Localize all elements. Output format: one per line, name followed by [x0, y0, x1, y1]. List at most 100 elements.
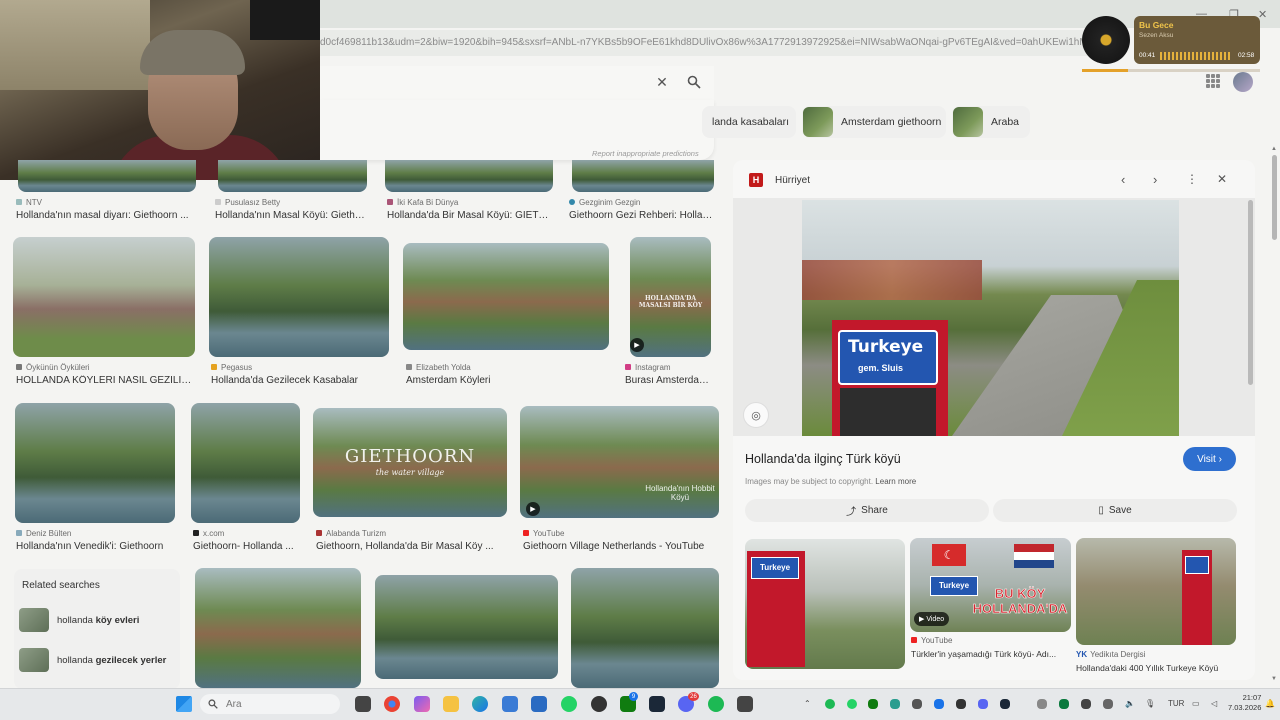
chevron-left-icon[interactable]: ‹	[1121, 172, 1125, 187]
chip-amsterdam-giethoorn[interactable]: Amsterdam giethoorn	[802, 106, 946, 138]
result-image[interactable]	[403, 243, 609, 350]
app-icon[interactable]	[737, 696, 753, 712]
steam-tray-icon[interactable]	[1000, 699, 1010, 709]
taskbar-search[interactable]: Ara	[200, 694, 340, 714]
app-tray-icon[interactable]	[1059, 699, 1069, 709]
app-tray-icon[interactable]	[1103, 699, 1113, 709]
task-view-icon[interactable]	[355, 696, 371, 712]
more-options-icon[interactable]: ⋮	[1186, 172, 1198, 186]
microphone-icon[interactable]: 🎙	[1145, 699, 1155, 708]
app-tray-icon[interactable]	[1081, 699, 1091, 709]
app-tray-icon[interactable]	[912, 699, 922, 709]
preview-image[interactable]: Turkeye gem. Sluis	[802, 200, 1179, 436]
related-caption[interactable]: Hollanda'daki 400 Yıllık Turkeye Köyü	[1076, 663, 1236, 673]
page-scrollbar[interactable]	[1272, 155, 1277, 240]
result-image[interactable]	[209, 237, 389, 357]
spotify-icon[interactable]	[708, 696, 724, 712]
taskbar-clock[interactable]: 21:07 7.03.2026	[1228, 693, 1261, 713]
panel-scrollbar[interactable]	[1248, 200, 1253, 385]
xbox-tray-icon[interactable]	[868, 699, 878, 709]
clear-search-icon[interactable]: ✕	[653, 73, 671, 91]
visit-button[interactable]: Visit ›	[1183, 447, 1236, 471]
result-caption[interactable]: Giethoorn- Hollanda ...	[193, 541, 300, 552]
result-image[interactable]: GIETHOORN the water village	[313, 408, 507, 517]
result-image[interactable]	[15, 403, 175, 523]
result-source: YouTube	[523, 529, 564, 538]
related-search-item[interactable]: hollanda köy evleri	[19, 606, 175, 634]
notification-badge: 26	[688, 692, 699, 701]
result-image[interactable]	[375, 575, 558, 679]
result-caption[interactable]: Hollanda'nın Venedik'i: Giethoorn	[16, 541, 176, 552]
favicon-icon	[523, 530, 529, 536]
discord-tray-icon[interactable]	[978, 699, 988, 709]
app-tray-icon[interactable]	[956, 699, 966, 709]
search-icon	[208, 699, 218, 709]
app-tray-icon[interactable]	[1037, 699, 1047, 709]
network-icon[interactable]: ▭	[1192, 699, 1200, 708]
scroll-down-icon[interactable]: ▼	[1271, 676, 1277, 682]
result-caption[interactable]: Hollanda'da Gezilecek Kasabalar	[211, 375, 389, 386]
scroll-up-icon[interactable]: ▲	[1271, 146, 1277, 152]
elapsed-time: 00:41	[1139, 52, 1156, 59]
chevron-up-icon[interactable]: ⌃	[804, 699, 811, 708]
store-icon[interactable]	[502, 696, 518, 712]
copilot-icon[interactable]	[414, 696, 430, 712]
search-icon[interactable]	[685, 73, 703, 91]
result-image[interactable]	[13, 237, 195, 357]
report-predictions-link[interactable]: Report inappropriate predictions	[592, 149, 699, 158]
related-image[interactable]: ☾ Turkeye BU KÖY HOLLANDA'DA ▶ Video	[910, 538, 1071, 632]
share-button[interactable]: ⤴ Share	[745, 499, 989, 522]
google-lens-icon[interactable]: ◎	[744, 403, 768, 427]
result-caption[interactable]: Giethoorn Village Netherlands - YouTube	[523, 541, 719, 552]
app-tray-icon[interactable]	[934, 699, 944, 709]
whatsapp-icon[interactable]	[561, 696, 577, 712]
speaker-tray-icon[interactable]: 🔈	[1125, 699, 1135, 708]
thumbnail-overlay-text: BU KÖY HOLLANDA'DA	[972, 586, 1068, 617]
result-caption[interactable]: Hollanda'da Bir Masal Köyü: GIETH...	[387, 210, 553, 221]
result-image[interactable]	[572, 160, 714, 192]
notifications-icon[interactable]: 🔔	[1265, 699, 1275, 708]
chevron-right-icon[interactable]: ›	[1153, 172, 1157, 187]
edge-icon[interactable]	[472, 696, 488, 712]
result-image[interactable]	[571, 568, 719, 688]
chrome-icon[interactable]	[384, 696, 400, 712]
result-image[interactable]: Hollanda'nın Hobbit Köyü ▶	[520, 406, 719, 518]
result-caption[interactable]: Hollanda'nın masal diyarı: Giethoorn ...	[16, 210, 196, 221]
result-image[interactable]	[385, 160, 553, 192]
steam-icon[interactable]	[649, 696, 665, 712]
result-caption[interactable]: HOLLANDA KÖYLERİ NASIL GEZİLİR ...	[16, 375, 196, 386]
result-image[interactable]	[195, 568, 361, 688]
related-image[interactable]: Turkeye	[745, 539, 905, 669]
result-caption[interactable]: Giethoorn, Hollanda'da Bir Masal Köy ...	[316, 541, 507, 552]
obs-icon[interactable]	[591, 696, 607, 712]
result-caption[interactable]: Hollanda'nın Masal Köyü: Gietho...	[215, 210, 367, 221]
related-image[interactable]	[1076, 538, 1236, 645]
result-caption[interactable]: Burası Amsterdam'...	[625, 375, 715, 386]
language-indicator[interactable]: TUR	[1168, 699, 1184, 708]
learn-more-link[interactable]: Learn more	[875, 477, 916, 486]
app-tray-icon[interactable]	[890, 699, 900, 709]
result-caption[interactable]: Giethoorn Gezi Rehberi: Hollan...	[569, 210, 714, 221]
chip-araba[interactable]: Araba	[952, 106, 1030, 138]
result-image[interactable]	[191, 403, 300, 523]
related-search-item[interactable]: hollanda gezilecek yerler	[19, 646, 175, 674]
related-caption[interactable]: Türkler'in yaşamadığı Türk köyü- Adı...	[911, 649, 1061, 659]
result-image[interactable]: HOLLANDA'DA MASALSI BİR KÖY ▶	[630, 237, 711, 357]
windows-start-icon[interactable]	[176, 696, 192, 712]
result-image[interactable]	[18, 160, 196, 192]
volume-icon[interactable]: ◁	[1211, 699, 1217, 708]
close-preview-icon[interactable]: ✕	[1217, 172, 1227, 186]
result-source: Alabanda Turizm	[316, 529, 386, 538]
save-button[interactable]: ▯ Save	[993, 499, 1237, 522]
preview-source-name[interactable]: Hürriyet	[775, 175, 810, 186]
result-image[interactable]	[218, 160, 367, 192]
avatar[interactable]	[1233, 72, 1253, 92]
chip-kasabalari[interactable]: landa kasabaları	[702, 106, 796, 138]
preview-title[interactable]: Hollanda'da ilginç Türk köyü	[745, 452, 901, 466]
google-apps-icon[interactable]	[1206, 74, 1220, 88]
spotify-tray-icon[interactable]	[825, 699, 835, 709]
result-caption[interactable]: Amsterdam Köyleri	[406, 375, 606, 386]
file-explorer-icon[interactable]	[443, 696, 459, 712]
whatsapp-tray-icon[interactable]	[847, 699, 857, 709]
app-icon[interactable]	[531, 696, 547, 712]
